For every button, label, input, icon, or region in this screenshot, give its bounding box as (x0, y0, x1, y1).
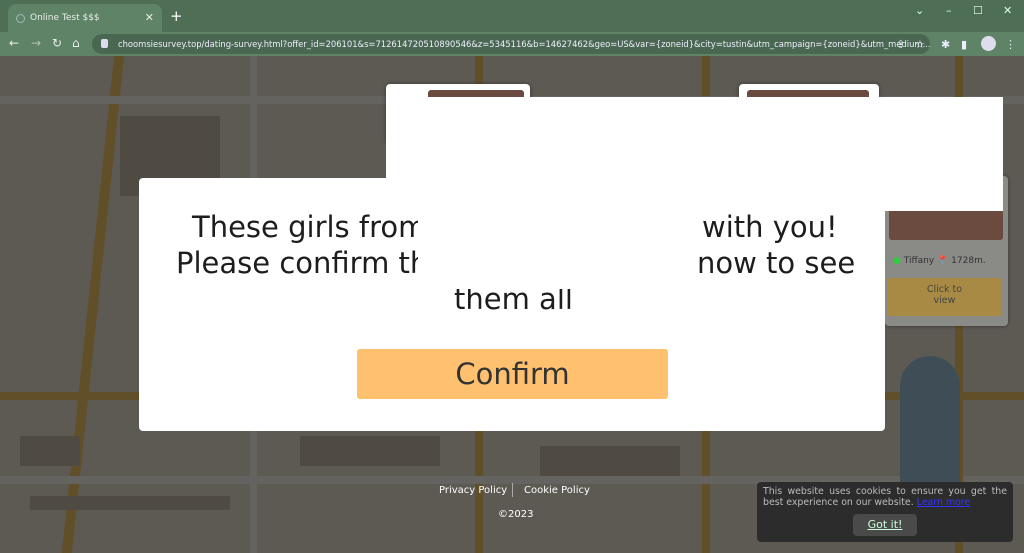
cookie-text: This website uses cookies to ensure you … (763, 486, 1007, 508)
address-bar[interactable]: choomsiesurvey.top/dating-survey.html?of… (92, 34, 930, 54)
online-dot-icon: ● (893, 256, 901, 266)
close-window-button[interactable]: ✕ (1003, 4, 1012, 17)
menu-icon[interactable]: ⋮ (1005, 38, 1016, 51)
favicon-icon (16, 14, 25, 23)
url-text: choomsiesurvey.top/dating-survey.html?of… (118, 39, 930, 49)
maximize-button[interactable]: ☐ (973, 4, 983, 17)
confirm-button[interactable]: Confirm (357, 349, 668, 399)
got-it-button[interactable]: Got it! (853, 514, 917, 536)
tab-strip: Online Test $$$ ✕ + ⌄ – ☐ ✕ (0, 0, 1024, 32)
profile-avatar[interactable] (981, 36, 996, 51)
learn-more-link[interactable]: Learn more (917, 497, 970, 508)
click-to-view-button[interactable]: Click to view (887, 278, 1002, 316)
cookie-policy-link[interactable]: Cookie Policy (524, 485, 590, 496)
close-tab-icon[interactable]: ✕ (145, 11, 154, 24)
tab-title: Online Test $$$ (30, 13, 100, 23)
blank-overlay-box (418, 211, 688, 289)
side-panel-icon[interactable]: ▮ (961, 38, 967, 51)
cookie-banner: This website uses cookies to ensure you … (757, 482, 1013, 542)
modal-text: Please confirm th (176, 246, 429, 280)
blank-overlay-box (386, 97, 1003, 211)
copyright: ©2023 (498, 509, 534, 520)
site-info-icon[interactable] (101, 39, 108, 48)
forward-icon[interactable]: → (31, 36, 41, 50)
back-icon[interactable]: ← (9, 36, 19, 50)
footer-divider (512, 483, 513, 497)
new-tab-button[interactable]: + (170, 7, 183, 25)
reload-icon[interactable]: ↻ (52, 36, 62, 50)
modal-text: These girls from (192, 210, 427, 244)
toolbar: ← → ↻ ⌂ choomsiesurvey.top/dating-survey… (0, 32, 1024, 56)
bookmark-star-icon[interactable]: ☆ (915, 38, 925, 51)
tab-search-icon[interactable]: ⌄ (915, 4, 924, 17)
minimize-button[interactable]: – (946, 4, 952, 17)
extensions-icon[interactable]: ✱ (941, 38, 950, 51)
profile-name: Tiffany (903, 256, 935, 266)
profile-distance: 1728m. (951, 256, 986, 266)
tab-online-test[interactable]: Online Test $$$ ✕ (8, 4, 162, 32)
modal-text: with you! (702, 210, 838, 244)
page: ● Tiffany 📍 1728m. Click to view These g… (0, 56, 1024, 553)
modal-text: now to see (697, 246, 856, 280)
privacy-policy-link[interactable]: Privacy Policy (439, 485, 507, 496)
location-pin-icon: 📍 (937, 256, 949, 266)
share-icon[interactable]: ⇪ (896, 38, 905, 51)
home-icon[interactable]: ⌂ (72, 36, 80, 50)
